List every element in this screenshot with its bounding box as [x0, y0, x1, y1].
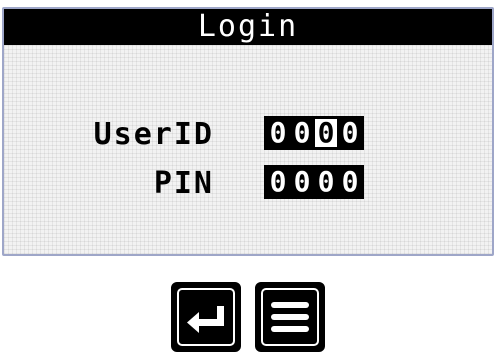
- userid-digit-2[interactable]: 0: [291, 119, 313, 147]
- pin-digit-3[interactable]: 0: [315, 168, 337, 196]
- pin-label: PIN: [153, 166, 214, 201]
- userid-digit-3-selected[interactable]: 0: [315, 119, 337, 147]
- screen-title: Login: [4, 9, 492, 45]
- userid-field[interactable]: 0 0 0 0: [264, 116, 364, 150]
- menu-icon: [271, 302, 309, 332]
- pin-digit-1[interactable]: 0: [267, 168, 289, 196]
- lcd-screen: Login UserID 0 0 0 0 PIN 0 0 0 0: [2, 7, 494, 256]
- menu-button[interactable]: [255, 282, 325, 352]
- pin-field[interactable]: 0 0 0 0: [264, 165, 364, 199]
- pin-digit-4[interactable]: 0: [339, 168, 361, 196]
- userid-digit-1[interactable]: 0: [267, 119, 289, 147]
- enter-icon: [187, 306, 224, 333]
- userid-digit-4[interactable]: 0: [339, 119, 361, 147]
- enter-button[interactable]: [171, 282, 241, 352]
- userid-label: UserID: [93, 117, 214, 152]
- pin-digit-2[interactable]: 0: [291, 168, 313, 196]
